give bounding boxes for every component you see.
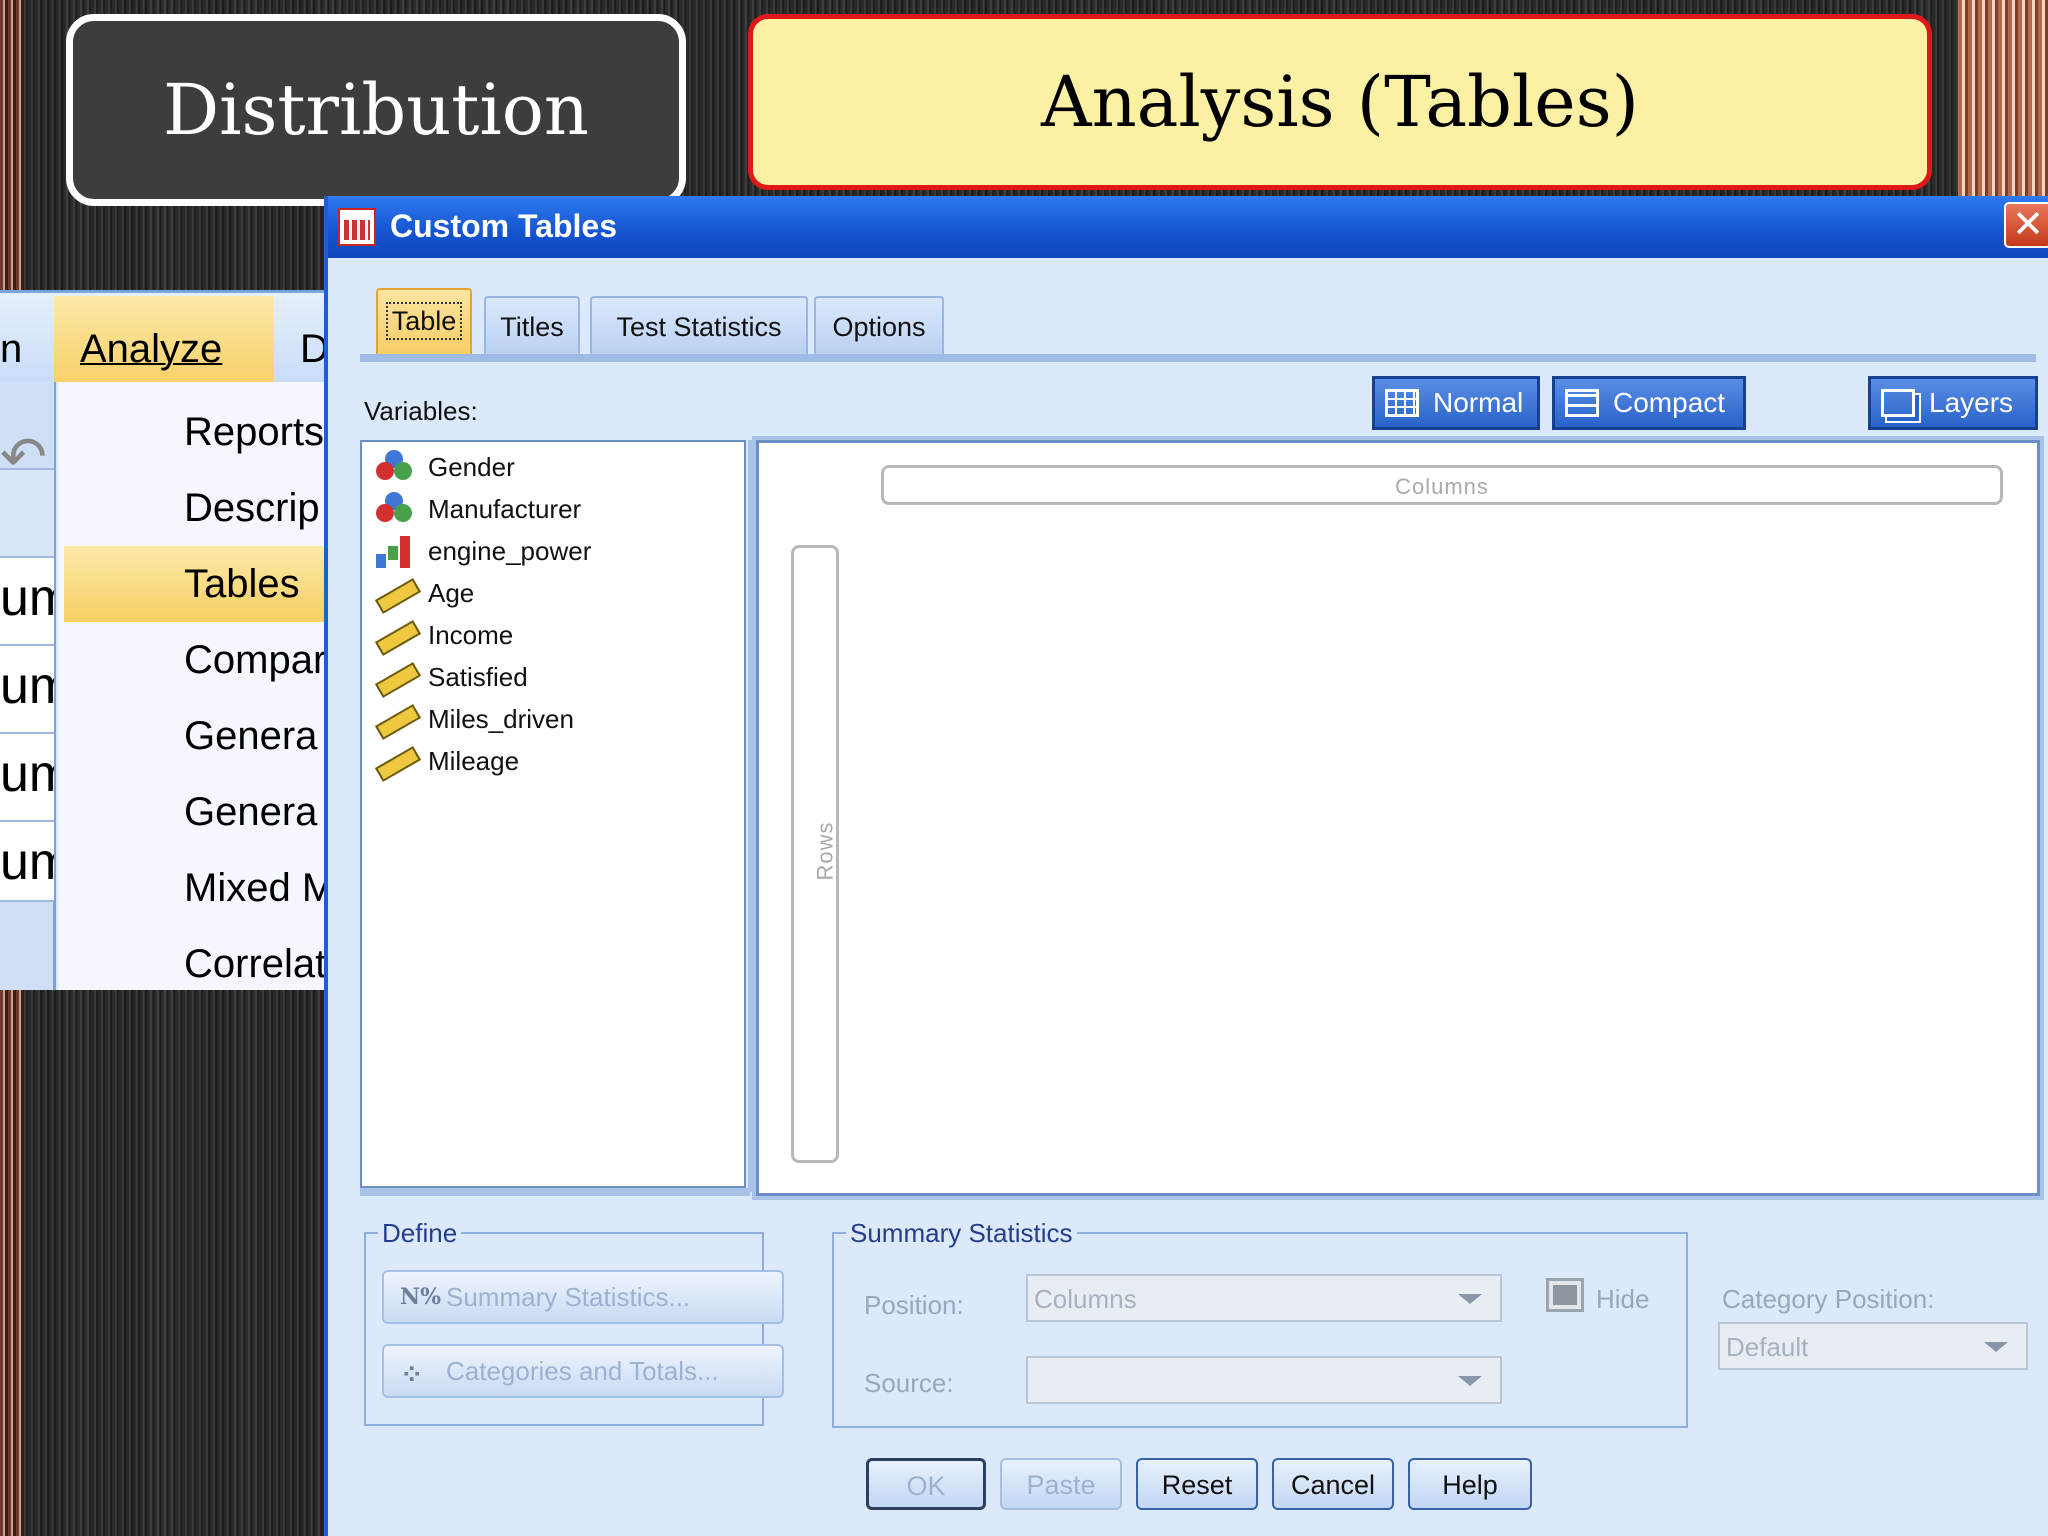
dialog-title: Custom Tables [390,208,617,244]
menu-item-correlate[interactable]: Correlat [184,942,326,987]
variable-item[interactable]: Age [374,574,474,612]
hide-label: Hide [1596,1284,1650,1314]
tab-titles[interactable]: Titles [484,296,580,356]
scale-ruler-icon [374,700,416,738]
menu-bar-fragment-left[interactable]: n [0,327,22,372]
nominal-icon [374,448,416,486]
variable-name: engine_power [428,535,592,566]
custom-tables-app-icon [338,208,376,246]
variable-name: Miles_driven [428,703,574,734]
categories-and-totals-label: Categories and Totals... [446,1355,719,1386]
reset-button[interactable]: Reset [1136,1458,1258,1510]
tab-table-label: Table [385,302,463,340]
custom-tables-dialog: Custom Tables ✕ Table Titles Test Statis… [324,196,2048,1536]
nominal-icon [374,490,416,528]
grid-cell[interactable]: um [0,646,54,734]
scale-ruler-icon [374,574,416,612]
scale-ruler-icon [374,742,416,780]
variable-name: Age [428,577,475,608]
cancel-button[interactable]: Cancel [1272,1458,1394,1510]
variable-item[interactable]: Income [374,616,513,654]
tab-table[interactable]: Table [376,288,472,358]
close-button[interactable]: ✕ [2004,202,2048,248]
analysis-header-text: Analysis (Tables) [1041,61,1639,143]
undo-icon[interactable]: ↶ [0,430,56,486]
distribution-header: Distribution [66,14,686,206]
variable-item[interactable]: Mileage [374,742,519,780]
menu-item-general-2[interactable]: Genera [184,790,317,835]
rows-drop-zone[interactable]: Rows [791,545,839,1163]
scale-ruler-icon [374,658,416,696]
menu-item-compare[interactable]: Compar [184,638,326,683]
summary-statistics-legend: Summary Statistics [846,1218,1077,1249]
tab-test-statistics[interactable]: Test Statistics [590,296,808,356]
layers-label: Layers [1929,387,2014,418]
variable-item[interactable]: Manufacturer [374,490,581,528]
grid-cell[interactable]: um [0,822,54,902]
variable-item[interactable]: engine_power [374,532,591,570]
variable-name: Manufacturer [428,493,582,524]
variables-label: Variables: [364,396,478,426]
variable-name: Income [428,619,514,650]
categories-icon: ⁘ [400,1358,424,1391]
variable-item[interactable]: Satisfied [374,658,528,696]
paste-button[interactable]: Paste [1000,1458,1122,1510]
menu-item-general-1[interactable]: Genera [184,714,317,759]
variable-item[interactable]: Gender [374,448,515,486]
ok-button[interactable]: OK [866,1458,986,1510]
variable-name: Satisfied [428,661,528,692]
summary-statistics-button[interactable]: N% Summary Statistics... [382,1270,784,1324]
hide-checkbox[interactable] [1546,1278,1584,1312]
compact-view-button[interactable]: Compact [1552,376,1746,430]
rows-label: Rows [812,821,838,881]
spss-menu-window: n Analyze D um um um um Reports Descrip … [0,290,335,990]
position-label: Position: [864,1290,964,1320]
analysis-header: Analysis (Tables) [748,14,1932,190]
tab-strip-divider [360,354,2036,362]
variable-name: Mileage [428,745,520,776]
variable-name: Gender [428,451,515,482]
tab-options[interactable]: Options [814,296,944,356]
define-group: Define N% Summary Statistics... ⁘ Catego… [364,1218,784,1426]
category-position-label: Category Position: [1722,1284,1935,1314]
position-select[interactable]: Columns [1026,1274,1502,1322]
menu-item-tables[interactable]: Tables [184,562,300,607]
compact-icon [1565,389,1599,417]
variables-list[interactable]: Gender Manufacturer engine_power Age Inc… [360,440,746,1188]
categories-and-totals-button[interactable]: ⁘ Categories and Totals... [382,1344,784,1398]
menu-item-descriptive[interactable]: Descrip [184,486,320,531]
table-grid-icon [1385,389,1419,417]
category-position-select[interactable]: Default [1718,1322,2028,1370]
layers-button[interactable]: Layers [1868,376,2038,430]
source-select[interactable] [1026,1356,1502,1404]
menu-analyze[interactable]: Analyze [80,327,222,372]
columns-drop-zone[interactable]: Columns [881,465,2003,505]
layers-icon [1881,389,1915,417]
dialog-titlebar[interactable]: Custom Tables ✕ [328,196,2048,258]
vertical-splitter[interactable] [748,440,756,1192]
menu-item-mixed[interactable]: Mixed M [184,866,335,911]
horizontal-splitter[interactable] [360,1188,750,1196]
summary-statistics-group: Summary Statistics Position: Columns Hid… [832,1218,1688,1428]
grid-cell[interactable]: um [0,734,54,822]
source-label: Source: [864,1368,954,1398]
normal-view-label: Normal [1433,387,1524,418]
table-canvas[interactable]: Columns Rows [752,436,2044,1200]
summary-statistics-label: Summary Statistics... [446,1281,691,1312]
help-button[interactable]: Help [1408,1458,1532,1510]
background-stripes-right [1958,0,2048,210]
menu-item-reports[interactable]: Reports [184,410,324,455]
distribution-header-text: Distribution [162,69,590,151]
define-legend: Define [378,1218,462,1249]
summary-stats-icon: N% [400,1284,442,1310]
scale-ruler-icon [374,616,416,654]
ordinal-icon [374,532,416,570]
menu-bar: n Analyze D [0,290,330,382]
compact-view-label: Compact [1613,387,1726,418]
normal-view-button[interactable]: Normal [1372,376,1540,430]
grid-cell[interactable]: um [0,558,54,646]
variable-item[interactable]: Miles_driven [374,700,574,738]
